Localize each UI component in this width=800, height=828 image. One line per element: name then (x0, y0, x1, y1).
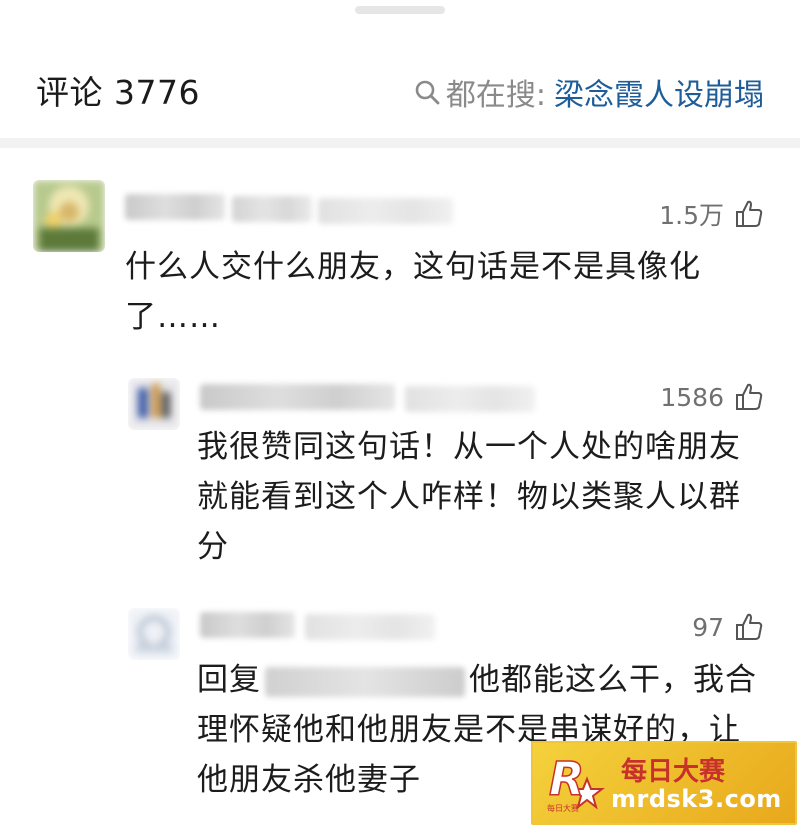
like-button[interactable]: 1586 (660, 382, 764, 412)
site-watermark: R 每日大赛 每日大赛 mrdsk3.com (531, 741, 797, 825)
avatar[interactable] (33, 180, 105, 252)
comments-header: 评论 3776 都在搜: 梁念霞人设崩塌 (0, 0, 800, 138)
watermark-logo-icon: R 每日大赛 (547, 751, 605, 813)
username-blurred[interactable] (232, 196, 312, 222)
reply-text-line: 就能看到这个人咋样！物以类聚人以群 (197, 479, 741, 515)
comment-meta-blurred (318, 198, 453, 224)
avatar[interactable] (128, 378, 180, 430)
mention-blurred[interactable] (265, 666, 465, 697)
trending-term[interactable]: 梁念霞人设崩塌 (554, 70, 764, 114)
reply-text-fragment: 他都能这么干，我合 (469, 662, 757, 698)
header-divider (0, 138, 800, 148)
logo-letter: R (549, 752, 584, 806)
comment-text-line: 了…… (125, 299, 221, 335)
watermark-site-name: 每日大赛 (621, 757, 726, 787)
like-count: 1.5万 (659, 201, 724, 230)
watermark-domain: mrdsk3.com (611, 785, 782, 813)
username-blurred[interactable] (200, 384, 395, 410)
username-blurred[interactable] (125, 194, 225, 220)
like-button[interactable]: 97 (692, 612, 764, 642)
username-blurred[interactable] (200, 612, 295, 638)
reply-text: 我很赞同这句话！从一个人处的啥朋友 就能看到这个人咋样！物以类聚人以群 分 (197, 422, 772, 572)
thumbs-up-icon (736, 383, 763, 410)
avatar-image (128, 608, 180, 660)
avatar-image (33, 180, 105, 252)
like-count: 97 (692, 612, 724, 642)
reply-text-line: 分 (197, 529, 229, 565)
avatar[interactable] (128, 608, 180, 660)
logo-subtext: 每日大赛 (547, 803, 579, 813)
comment-text-line: 什么人交什么朋友，这句话是不是具像化 (125, 249, 701, 285)
thumbs-up-icon (736, 200, 763, 227)
like-button[interactable]: 1.5万 (659, 196, 764, 232)
thumbs-up-icon (736, 613, 763, 640)
avatar-image (128, 378, 180, 430)
comment-meta-blurred (305, 614, 435, 640)
trending-label: 都在搜: (445, 78, 546, 113)
search-icon (415, 80, 440, 105)
reply-text-line: 回复 他都能这么干，我合 (197, 655, 772, 705)
reply-text-line: 我很赞同这句话！从一个人处的啥朋友 (197, 429, 741, 465)
comment-meta-blurred (405, 386, 535, 412)
comment-count-title: 评论 3776 (36, 73, 200, 112)
comment-text: 什么人交什么朋友，这句话是不是具像化 了…… (125, 242, 765, 342)
trending-search-link[interactable]: 都在搜: 梁念霞人设崩塌 (414, 70, 764, 114)
reply-prefix: 回复 (197, 662, 261, 698)
like-count: 1586 (660, 382, 724, 412)
